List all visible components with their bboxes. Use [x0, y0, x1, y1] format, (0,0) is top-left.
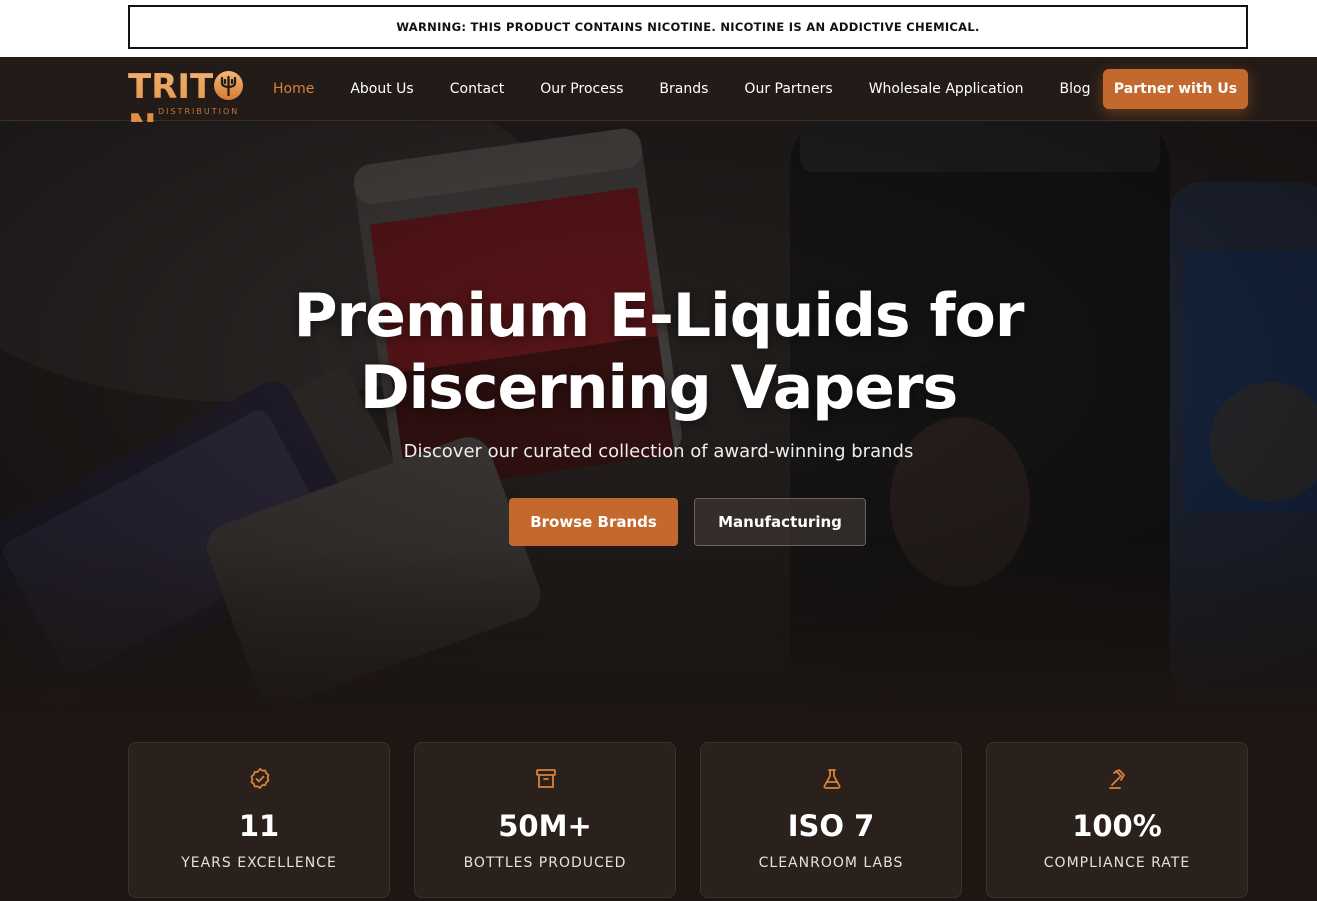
warning-bar: WARNING: THIS PRODUCT CONTAINS NICOTINE.… [0, 0, 1317, 57]
stat-card-compliance: 100% COMPLIANCE RATE [986, 742, 1248, 898]
stat-label: CLEANROOM LABS [758, 855, 904, 871]
browse-brands-button[interactable]: Browse Brands [509, 498, 678, 546]
stat-value: 11 [238, 809, 280, 843]
hero-subtitle: Discover our curated collection of award… [403, 441, 914, 462]
flask-icon [823, 769, 841, 789]
navbar: TRITN DISTRIBUTION Home About Us Contact… [0, 57, 1317, 121]
stat-card-bottles: 50M+ BOTTLES PRODUCED [414, 742, 676, 898]
nav-brands[interactable]: Brands [659, 81, 708, 97]
nav-our-process[interactable]: Our Process [540, 81, 623, 97]
stat-value: ISO 7 [787, 809, 875, 843]
hero-section: Premium E-Liquids for Discerning Vapers … [0, 122, 1317, 722]
triton-logo[interactable]: TRITN DISTRIBUTION [128, 65, 268, 116]
nicotine-warning: WARNING: THIS PRODUCT CONTAINS NICOTINE.… [128, 5, 1248, 49]
stat-label: YEARS EXCELLENCE [181, 855, 337, 871]
stat-label: COMPLIANCE RATE [1043, 855, 1191, 871]
logo-text-part1: TRIT [128, 67, 214, 107]
nav-contact[interactable]: Contact [450, 81, 504, 97]
manufacturing-button[interactable]: Manufacturing [694, 498, 866, 546]
stat-card-cleanroom: ISO 7 CLEANROOM LABS [700, 742, 962, 898]
partner-with-us-button[interactable]: Partner with Us [1103, 69, 1248, 109]
nav-our-partners[interactable]: Our Partners [744, 81, 832, 97]
nav-blog[interactable]: Blog [1060, 81, 1091, 97]
badge-check-icon [250, 768, 270, 789]
stat-card-years: 11 YEARS EXCELLENCE [128, 742, 390, 898]
main-nav: Home About Us Contact Our Process Brands… [273, 57, 1127, 121]
hero-title: Premium E-Liquids for Discerning Vapers [293, 281, 1025, 423]
gavel-icon [1109, 769, 1125, 789]
logo-subtitle: DISTRIBUTION [158, 107, 240, 116]
stats-row: 11 YEARS EXCELLENCE 50M+ BOTTLES PRODUCE… [128, 742, 1248, 898]
nav-about-us[interactable]: About Us [350, 81, 413, 97]
stat-value: 50M+ [498, 809, 592, 843]
nav-home[interactable]: Home [273, 81, 314, 97]
nav-wholesale-application[interactable]: Wholesale Application [869, 81, 1024, 97]
stat-label: BOTTLES PRODUCED [463, 855, 627, 871]
archive-box-icon [536, 769, 556, 788]
stat-value: 100% [1072, 809, 1162, 843]
trident-icon [214, 71, 244, 100]
